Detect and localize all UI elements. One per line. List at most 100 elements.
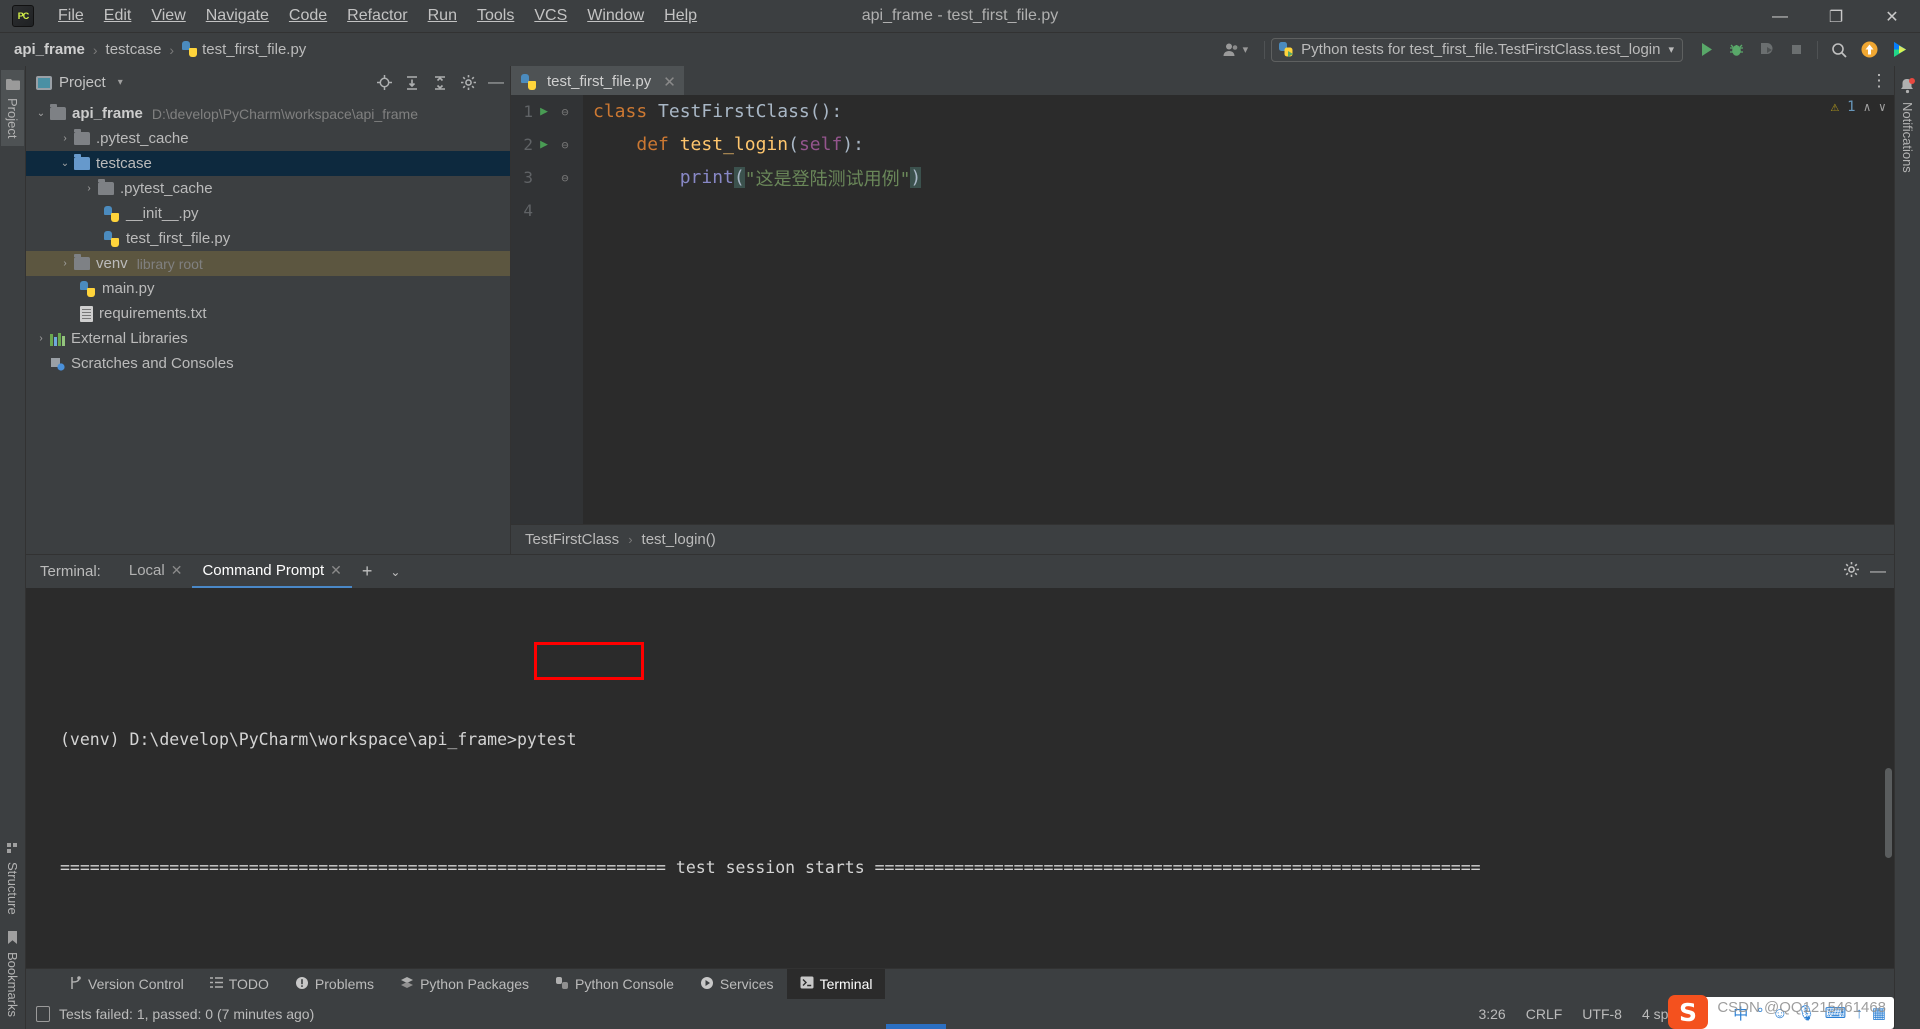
- terminal-scrollbar[interactable]: [1885, 768, 1892, 858]
- close-icon[interactable]: ✕: [171, 562, 183, 579]
- breadcrumb-project[interactable]: api_frame: [14, 41, 85, 58]
- chevron-down-icon[interactable]: ▾: [118, 77, 123, 88]
- tool-button-services[interactable]: Services: [687, 969, 787, 999]
- menu-item-help[interactable]: Help: [654, 4, 707, 28]
- tool-button-python-console[interactable]: Python Console: [542, 969, 687, 999]
- breadcrumb-file[interactable]: test_first_file.py: [182, 41, 306, 58]
- ai-assistant-button[interactable]: [1884, 37, 1914, 63]
- menu-item-window[interactable]: Window: [577, 4, 654, 28]
- tree-row-testcase[interactable]: ⌄ testcase: [26, 151, 510, 176]
- close-button[interactable]: ✕: [1864, 0, 1920, 33]
- tree-row-api-frame[interactable]: ⌄ api_frame D:\develop\PyCharm\workspace…: [26, 101, 510, 126]
- chevron-down-icon[interactable]: ∨: [1879, 100, 1886, 114]
- tool-button-terminal[interactable]: Terminal: [786, 969, 886, 999]
- tree-row-requirements-txt[interactable]: requirements.txt: [26, 301, 510, 326]
- rail-button-notifications[interactable]: Notifications: [1896, 72, 1919, 181]
- run-configuration-selector[interactable]: Python tests for test_first_file.TestFir…: [1271, 37, 1683, 62]
- ime-emoji-icon[interactable]: ☺: [1772, 1005, 1787, 1022]
- terminal-prompt: (venv) D:\develop\PyCharm\workspace\api_…: [60, 730, 517, 749]
- menu-label-tools: Tools: [476, 7, 515, 24]
- fold-icon[interactable]: ⊖: [555, 105, 575, 119]
- tree-row-scratches-consoles[interactable]: Scratches and Consoles: [26, 351, 510, 376]
- menu-item-file[interactable]: File: [48, 4, 94, 28]
- collapse-all-icon[interactable]: [426, 71, 454, 95]
- menu-item-view[interactable]: View: [141, 4, 195, 28]
- inspection-widget[interactable]: ⚠ 1 ∧ ∨: [1831, 99, 1886, 115]
- search-everywhere-button[interactable]: [1824, 37, 1854, 63]
- minimize-button[interactable]: —: [1752, 0, 1808, 33]
- tool-button-todo[interactable]: TODO: [197, 969, 282, 999]
- new-terminal-icon[interactable]: +: [352, 561, 383, 582]
- ime-upload-icon[interactable]: ↑: [1855, 1005, 1863, 1022]
- run-line-icon[interactable]: ▶: [533, 104, 555, 119]
- tree-row-venv[interactable]: › venv library root: [26, 251, 510, 276]
- ime-voice-icon[interactable]: 🎙: [1797, 1004, 1816, 1022]
- ime-chinese-mode-icon[interactable]: 中: [1733, 1003, 1748, 1024]
- menu-item-refactor[interactable]: Refactor: [337, 4, 417, 28]
- breadcrumb-folder[interactable]: testcase: [106, 41, 162, 58]
- editor-breadcrumb-class[interactable]: TestFirstClass: [525, 531, 619, 548]
- menu-item-navigate[interactable]: Navigate: [196, 4, 279, 28]
- terminal-output[interactable]: (venv) D:\develop\PyCharm\workspace\api_…: [26, 588, 1894, 968]
- ime-keyboard-icon[interactable]: ⌨: [1825, 1004, 1847, 1022]
- tree-row-main-py[interactable]: main.py: [26, 276, 510, 301]
- chevron-right-icon[interactable]: ›: [56, 133, 74, 144]
- chevron-down-icon[interactable]: ⌄: [32, 108, 50, 119]
- tree-row-test-first-file-py[interactable]: test_first_file.py: [26, 226, 510, 251]
- chevron-right-icon[interactable]: ›: [32, 333, 50, 344]
- ime-punctuation-icon[interactable]: °: [1757, 1005, 1763, 1022]
- tool-button-version-control[interactable]: Version Control: [56, 969, 197, 999]
- file-encoding[interactable]: UTF-8: [1582, 1006, 1622, 1022]
- settings-gear-icon[interactable]: [454, 71, 482, 95]
- hide-panel-icon[interactable]: —: [482, 71, 510, 95]
- run-button[interactable]: [1691, 37, 1721, 63]
- tool-button-python-packages[interactable]: Python Packages: [387, 969, 542, 999]
- run-with-coverage-button[interactable]: [1751, 37, 1781, 63]
- update-project-button[interactable]: [1854, 37, 1884, 63]
- terminal-tab-local[interactable]: Local ✕: [119, 555, 193, 588]
- more-options-icon[interactable]: ⋮: [1864, 66, 1894, 95]
- tree-row-pytest-cache-testcase[interactable]: › .pytest_cache: [26, 176, 510, 201]
- maximize-button[interactable]: ❐: [1808, 0, 1864, 33]
- rail-button-bookmarks[interactable]: Bookmarks: [1, 923, 24, 1025]
- rail-button-structure[interactable]: Structure: [1, 834, 24, 923]
- rail-button-project[interactable]: Project: [1, 70, 24, 147]
- close-icon[interactable]: ✕: [663, 73, 676, 91]
- close-icon[interactable]: ✕: [330, 562, 342, 579]
- menu-item-tools[interactable]: Tools: [467, 4, 524, 28]
- debug-button[interactable]: [1721, 37, 1751, 63]
- tool-button-problems[interactable]: Problems: [282, 969, 387, 999]
- caret-position[interactable]: 3:26: [1478, 1006, 1505, 1022]
- editor-breadcrumb-method[interactable]: test_login(): [642, 531, 716, 548]
- editor-tab-test-first-file[interactable]: test_first_file.py ✕: [511, 66, 684, 95]
- terminal-dropdown-icon[interactable]: ⌄: [382, 565, 408, 579]
- hide-panel-icon[interactable]: —: [1870, 563, 1886, 581]
- tree-row-pytest-cache-root[interactable]: › .pytest_cache: [26, 126, 510, 151]
- user-menu[interactable]: ▾: [1222, 41, 1248, 59]
- menu-item-edit[interactable]: Edit: [94, 4, 142, 28]
- menu-item-code[interactable]: Code: [279, 4, 337, 28]
- line-separator[interactable]: CRLF: [1526, 1006, 1563, 1022]
- chevron-up-icon[interactable]: ∧: [1864, 100, 1871, 114]
- chevron-right-icon[interactable]: ›: [56, 258, 74, 269]
- stop-button[interactable]: [1781, 37, 1811, 63]
- menu-item-vcs[interactable]: VCS: [524, 4, 577, 28]
- sogou-ime-logo-icon[interactable]: S: [1668, 995, 1708, 1029]
- ime-menu-icon[interactable]: ▦: [1872, 1004, 1886, 1022]
- chevron-right-icon[interactable]: ›: [80, 183, 98, 194]
- status-message[interactable]: Tests failed: 1, passed: 0 (7 minutes ag…: [59, 1006, 314, 1022]
- locate-icon[interactable]: [370, 71, 398, 95]
- code-text[interactable]: class TestFirstClass (): def test_login(s…: [583, 95, 1894, 524]
- project-panel-title: Project: [59, 74, 106, 91]
- fold-icon[interactable]: ⊖: [555, 138, 575, 152]
- menu-item-run[interactable]: Run: [418, 4, 467, 28]
- tree-row-external-libraries[interactable]: › External Libraries: [26, 326, 510, 351]
- ime-toolbar[interactable]: 中 ° ☺ 🎙 ⌨ ↑ ▦ CSDN @QQ1215461468: [1681, 997, 1894, 1029]
- tree-row-init-py[interactable]: __init__.py: [26, 201, 510, 226]
- run-line-icon[interactable]: ▶: [533, 137, 555, 152]
- terminal-tab-command-prompt[interactable]: Command Prompt ✕: [192, 555, 352, 588]
- chevron-down-icon[interactable]: ⌄: [56, 158, 74, 169]
- fold-icon[interactable]: ⊖: [555, 171, 575, 185]
- settings-gear-icon[interactable]: [1843, 561, 1860, 582]
- expand-all-icon[interactable]: [398, 71, 426, 95]
